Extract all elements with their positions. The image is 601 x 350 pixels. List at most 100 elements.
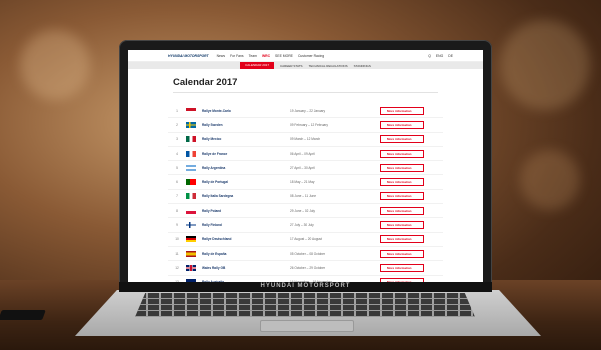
more-information-button[interactable]: More information <box>380 163 424 172</box>
calendar-row: 13 Rally Australia16 November – 19 Novemb… <box>168 276 443 282</box>
country-flag-icon <box>186 279 196 282</box>
rally-name[interactable]: Rallye Monte-Carlo <box>202 109 290 113</box>
laptop-brand-logo: HYUNDAI MOTORSPORT <box>260 283 351 289</box>
rally-name[interactable]: Rallye de France <box>202 152 290 156</box>
country-flag-icon <box>186 207 196 214</box>
background-bokeh <box>20 30 90 100</box>
rally-name[interactable]: Rally Italia Sardegna <box>202 194 290 198</box>
calendar-row: 10 Rallye Deutschland 17 August – 20 Augus… <box>168 233 443 247</box>
background-bokeh <box>500 20 590 110</box>
country-flag-icon <box>186 250 196 257</box>
more-information-button[interactable]: More information <box>380 192 424 201</box>
rally-name[interactable]: Wales Rally GB <box>202 266 290 270</box>
country-flag-icon <box>186 236 196 243</box>
nav-item-see-more[interactable]: SEE MORE <box>275 54 293 58</box>
rally-name[interactable]: Rally Finland <box>202 223 290 227</box>
more-information-button[interactable]: More information <box>380 178 424 187</box>
divider <box>173 92 438 93</box>
rally-name[interactable]: Rally Mexico <box>202 137 290 141</box>
nav-item-customer-racing[interactable]: Customer Racing <box>298 54 324 58</box>
event-number: 8 <box>176 208 178 213</box>
more-information-button[interactable]: More information <box>380 263 424 272</box>
rally-dates: 05 October – 08 October <box>290 251 326 256</box>
calendar-list: 1 Rallye Monte-Carlo 19 January – 22 Janua… <box>128 104 483 282</box>
rally-name[interactable]: Rally Poland <box>202 209 290 213</box>
rally-dates: 09 February – 12 February <box>290 122 328 127</box>
event-number: 2 <box>176 122 178 127</box>
nav-item-team[interactable]: Team <box>249 54 257 58</box>
rally-name[interactable]: Rally de Portugal <box>202 180 290 184</box>
laptop-hinge: HYUNDAI MOTORSPORT <box>119 282 492 292</box>
event-number: 1 <box>176 108 178 113</box>
country-flag-icon <box>186 136 196 143</box>
event-number: 7 <box>176 194 178 199</box>
rally-name[interactable]: Rally Sweden <box>202 123 290 127</box>
rally-dates: 09 March – 12 March <box>290 137 321 142</box>
site-logo[interactable]: HYUNDAI MOTORSPORT <box>168 54 209 58</box>
more-information-button[interactable]: More information <box>380 149 424 158</box>
rally-dates: 19 January – 22 January <box>290 108 326 113</box>
event-number: 4 <box>176 151 178 156</box>
country-flag-icon <box>186 264 196 271</box>
nav-item-wrc[interactable]: WRC <box>262 54 270 58</box>
country-flag-icon <box>186 107 196 114</box>
site-navbar: HYUNDAI MOTORSPORT News For Fans Team WR… <box>128 50 483 62</box>
rally-dates: 17 August – 20 August <box>290 237 322 242</box>
rally-name[interactable]: Rally de España <box>202 252 290 256</box>
subnav-calendar[interactable]: CALENDAR 2017 <box>240 62 274 69</box>
calendar-row: 7 Rally Italia Sardegna 08 June – 11 June M… <box>168 190 443 205</box>
language-eng[interactable]: ENG <box>436 54 443 58</box>
rally-dates: 18 May – 21 May <box>290 180 315 185</box>
more-information-button[interactable]: More information <box>380 106 424 115</box>
nav-item-for-fans[interactable]: For Fans <box>230 54 244 58</box>
event-number: 3 <box>176 137 178 142</box>
smartphone <box>0 310 46 320</box>
country-flag-icon <box>186 164 196 171</box>
event-number: 12 <box>175 265 179 270</box>
rally-dates: 26 October – 29 October <box>290 265 326 270</box>
rally-dates: 29 June – 02 July <box>290 208 315 213</box>
more-information-button[interactable]: More information <box>380 206 424 215</box>
more-information-button[interactable]: More information <box>380 221 424 230</box>
calendar-row: 9 Rally Finland 27 July – 30 July More info… <box>168 218 443 233</box>
subnav-career-stats[interactable]: CAREER STATS <box>280 64 303 68</box>
background-bokeh <box>520 150 580 210</box>
nav-item-news[interactable]: News <box>217 54 225 58</box>
event-number: 5 <box>176 165 178 170</box>
more-information-button[interactable]: More information <box>380 278 424 282</box>
event-number: 10 <box>175 237 179 242</box>
subnav-standings[interactable]: STANDINGS <box>354 64 371 68</box>
rally-name[interactable]: Rally Argentina <box>202 166 290 170</box>
more-information-button[interactable]: More information <box>380 135 424 144</box>
event-number: 6 <box>176 180 178 185</box>
calendar-row: 12 Wales Rally GB 26 October – 29 October M… <box>168 261 443 276</box>
more-information-button[interactable]: More information <box>380 235 424 244</box>
calendar-row: 8 Rally Poland 29 June – 02 July More infor… <box>168 204 443 219</box>
keyboard-rows <box>135 293 475 317</box>
page-title: Calendar 2017 <box>173 77 238 88</box>
touchpad[interactable] <box>260 320 354 332</box>
country-flag-icon <box>186 179 196 186</box>
more-information-button[interactable]: More information <box>380 120 424 129</box>
rally-dates: 27 April – 30 April <box>290 165 315 170</box>
country-flag-icon <box>186 121 196 128</box>
country-flag-icon <box>186 222 196 229</box>
subnav-technical-regulations[interactable]: TECHNICAL REGULATIONS <box>309 64 348 68</box>
event-number: 13 <box>168 280 186 282</box>
calendar-row: 4 Rallye de France 06 April – 09 April More… <box>168 147 443 162</box>
country-flag-icon <box>186 150 196 157</box>
language-de[interactable]: DE <box>448 54 453 58</box>
rally-dates: 27 July – 30 July <box>290 223 314 228</box>
rally-name[interactable]: Rally Australia <box>202 280 290 282</box>
event-number: 9 <box>176 223 178 228</box>
event-number: 11 <box>175 251 179 256</box>
laptop-screen: HYUNDAI MOTORSPORT News For Fans Team WR… <box>128 50 483 282</box>
calendar-row: 3 Rally Mexico 09 March – 12 March More inf… <box>168 133 443 147</box>
rally-name[interactable]: Rallye Deutschland <box>202 237 290 241</box>
calendar-row: 6 Rally de Portugal 18 May – 21 May More in… <box>168 175 443 190</box>
country-flag-icon <box>186 193 196 200</box>
rally-dates: 08 June – 11 June <box>290 194 316 199</box>
more-information-button[interactable]: More information <box>380 249 424 258</box>
rally-dates: 16 November – 19 November <box>290 280 380 282</box>
search-icon[interactable]: Q <box>428 54 431 58</box>
